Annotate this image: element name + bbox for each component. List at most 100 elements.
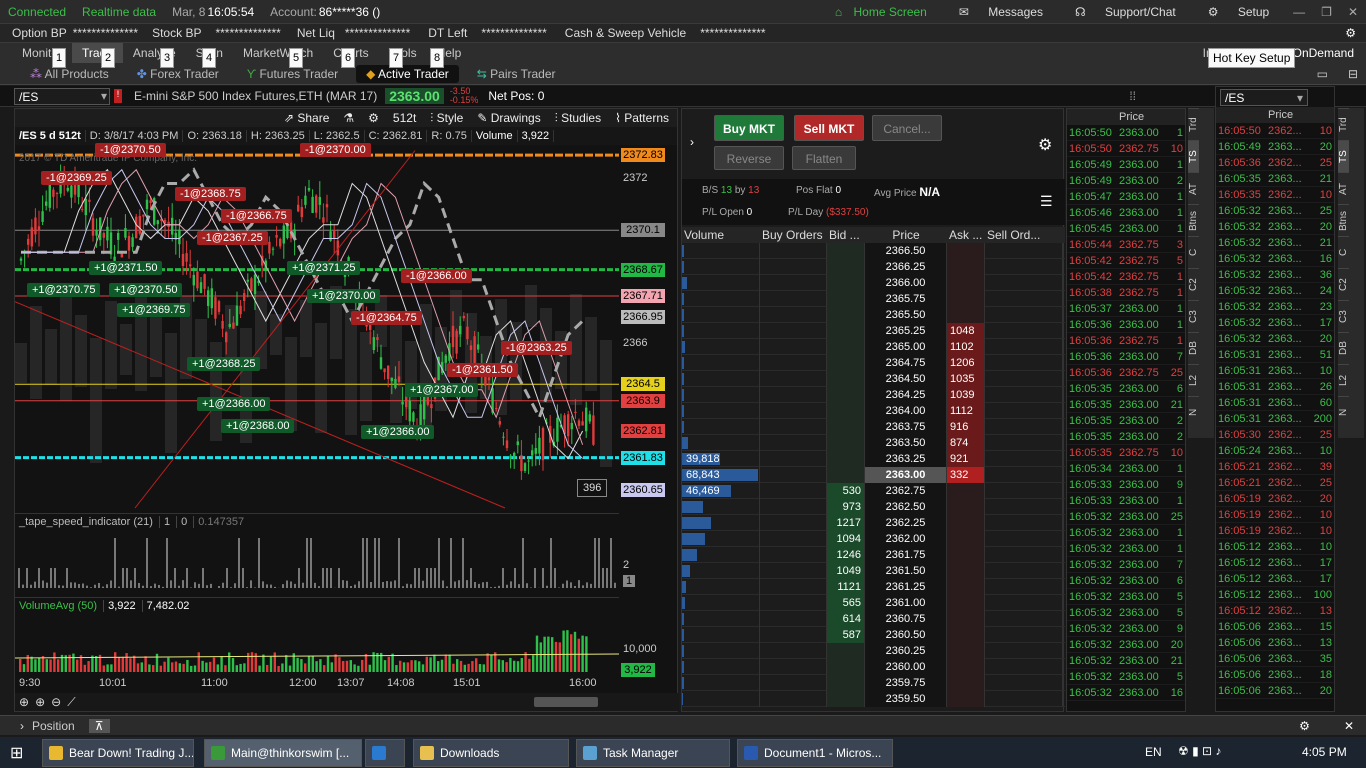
chevron-right-icon[interactable]: › — [690, 135, 694, 149]
symbol-input[interactable]: /ES ▾ — [14, 87, 110, 105]
bid-size-cell[interactable] — [827, 387, 865, 403]
ask-size-cell[interactable] — [947, 275, 985, 291]
price-pane[interactable]: 2017 © TD Ameritrade IP Company, Inc. -1… — [14, 143, 619, 519]
ladder-row[interactable]: 2366.00 — [682, 275, 1065, 291]
col-sell-orders[interactable]: Sell Ord... — [985, 228, 1055, 242]
bid-size-cell[interactable]: 530 — [827, 483, 865, 499]
buy-orders-cell[interactable] — [760, 611, 827, 627]
ask-size-cell[interactable] — [947, 307, 985, 323]
col-bid-size[interactable]: Bid ... — [827, 228, 865, 242]
trade-marker-label[interactable]: +1@2371.25 — [287, 261, 361, 275]
taskbar-app[interactable] — [365, 739, 405, 767]
ladder-row[interactable]: 46,469 530 2362.75 — [682, 483, 1065, 499]
sell-orders-cell[interactable] — [985, 307, 1063, 323]
bid-size-cell[interactable] — [827, 259, 865, 275]
reverse-button[interactable]: Reverse — [714, 146, 784, 170]
sell-orders-cell[interactable] — [985, 275, 1063, 291]
ladder-row[interactable]: 2364.00 1112 — [682, 403, 1065, 419]
trade-marker-label[interactable]: +1@2369.75 — [117, 303, 191, 317]
sell-orders-cell[interactable] — [985, 339, 1063, 355]
sell-market-button[interactable]: Sell MKT — [794, 115, 864, 141]
language-indicator[interactable]: EN — [1145, 745, 1162, 759]
side-tab-at[interactable]: AT — [1188, 172, 1199, 204]
buy-orders-cell[interactable] — [760, 467, 827, 483]
sell-orders-cell[interactable] — [985, 403, 1063, 419]
bid-size-cell[interactable]: 1121 — [827, 579, 865, 595]
close-icon[interactable]: ✕ — [1344, 719, 1354, 733]
draw-line-icon[interactable]: ⟋ — [67, 695, 75, 710]
chevron-down-icon[interactable]: ▾ — [1297, 91, 1303, 105]
ladder-row[interactable]: 1246 2361.75 — [682, 547, 1065, 563]
sell-orders-cell[interactable] — [985, 499, 1063, 515]
ladder-row[interactable]: 2366.50 — [682, 243, 1065, 259]
flatten-button[interactable]: Flatten — [792, 146, 856, 170]
ladder-row[interactable]: 1217 2362.25 — [682, 515, 1065, 531]
sell-orders-cell[interactable] — [985, 355, 1063, 371]
zoom-in-icon[interactable]: ⊕ — [35, 695, 45, 709]
ladder-row[interactable]: 2363.50 874 — [682, 435, 1065, 451]
side-tab-c[interactable]: C — [1338, 236, 1349, 268]
ask-size-cell[interactable]: 1048 — [947, 323, 985, 339]
ladder-row[interactable]: 565 2361.00 — [682, 595, 1065, 611]
ladder-row[interactable]: 2365.50 — [682, 307, 1065, 323]
ask-size-cell[interactable] — [947, 483, 985, 499]
taskbar-app[interactable]: Bear Down! Trading J... — [42, 739, 194, 767]
ask-size-cell[interactable] — [947, 659, 985, 675]
col-price[interactable]: Price — [865, 228, 947, 242]
buy-orders-cell[interactable] — [760, 387, 827, 403]
clock[interactable]: 4:05 PM — [1302, 745, 1347, 759]
sell-orders-cell[interactable] — [985, 627, 1063, 643]
bid-size-cell[interactable]: 1246 — [827, 547, 865, 563]
buy-orders-cell[interactable] — [760, 483, 827, 499]
sell-orders-cell[interactable] — [985, 515, 1063, 531]
ask-size-cell[interactable]: 1112 — [947, 403, 985, 419]
style-button[interactable]: ⫶ Style — [430, 111, 463, 126]
ask-size-cell[interactable] — [947, 627, 985, 643]
sell-orders-cell[interactable] — [985, 659, 1063, 675]
sell-orders-cell[interactable] — [985, 259, 1063, 275]
bid-size-cell[interactable]: 1049 — [827, 563, 865, 579]
bid-size-cell[interactable]: 614 — [827, 611, 865, 627]
bid-size-cell[interactable]: 1217 — [827, 515, 865, 531]
sell-orders-cell[interactable] — [985, 531, 1063, 547]
ladder-row[interactable]: 587 2360.50 — [682, 627, 1065, 643]
windows-start-icon[interactable]: ⊞ — [10, 743, 23, 763]
share-button[interactable]: ⇗ Share — [284, 111, 329, 125]
bid-size-cell[interactable] — [827, 467, 865, 483]
sell-orders-cell[interactable] — [985, 387, 1063, 403]
ask-size-cell[interactable] — [947, 579, 985, 595]
gear-icon[interactable]: ⚙ — [368, 111, 379, 125]
buy-orders-cell[interactable] — [760, 627, 827, 643]
ondemand-button[interactable]: OnDemand — [1293, 46, 1354, 60]
trade-marker-label[interactable]: +1@2371.50 — [89, 261, 163, 275]
subtab-pairs-trader[interactable]: ⇆ Pairs Trader — [467, 65, 566, 83]
drawings-button[interactable]: ✎ Drawings — [477, 111, 540, 125]
ladder-row[interactable]: 1094 2362.00 — [682, 531, 1065, 547]
sell-orders-cell[interactable] — [985, 291, 1063, 307]
sell-orders-cell[interactable] — [985, 371, 1063, 387]
buy-orders-cell[interactable] — [760, 659, 827, 675]
bid-size-cell[interactable] — [827, 307, 865, 323]
chevron-down-icon[interactable]: ▾ — [101, 89, 107, 103]
buy-orders-cell[interactable] — [760, 515, 827, 531]
side-tab-trd[interactable]: Trd — [1338, 108, 1349, 140]
bid-size-cell[interactable]: 1094 — [827, 531, 865, 547]
ladder-row[interactable]: 39,818 2363.25 921 — [682, 451, 1065, 467]
buy-orders-cell[interactable] — [760, 307, 827, 323]
gear-icon[interactable]: ⚙ — [1299, 719, 1310, 733]
chevron-right-icon[interactable]: › — [20, 719, 24, 733]
account-value[interactable]: 86*****36 () — [319, 5, 388, 19]
menu-icon[interactable]: ☰ — [1040, 193, 1053, 210]
trade-marker-label[interactable]: -1@2370.00 — [300, 143, 371, 157]
symbol-input[interactable]: /ES ▾ — [1220, 88, 1308, 106]
buy-orders-cell[interactable] — [760, 547, 827, 563]
layout-icon[interactable]: ▭ — [1317, 67, 1328, 81]
ask-size-cell[interactable] — [947, 547, 985, 563]
bid-size-cell[interactable] — [827, 419, 865, 435]
system-tray-icons[interactable]: ☢ ▮ ⊡ ♪ — [1178, 744, 1221, 758]
buy-orders-cell[interactable] — [760, 339, 827, 355]
buy-orders-cell[interactable] — [760, 371, 827, 387]
taskbar-app[interactable]: Downloads — [413, 739, 569, 767]
side-tab-btns[interactable]: Btns — [1188, 204, 1199, 236]
bid-size-cell[interactable] — [827, 243, 865, 259]
